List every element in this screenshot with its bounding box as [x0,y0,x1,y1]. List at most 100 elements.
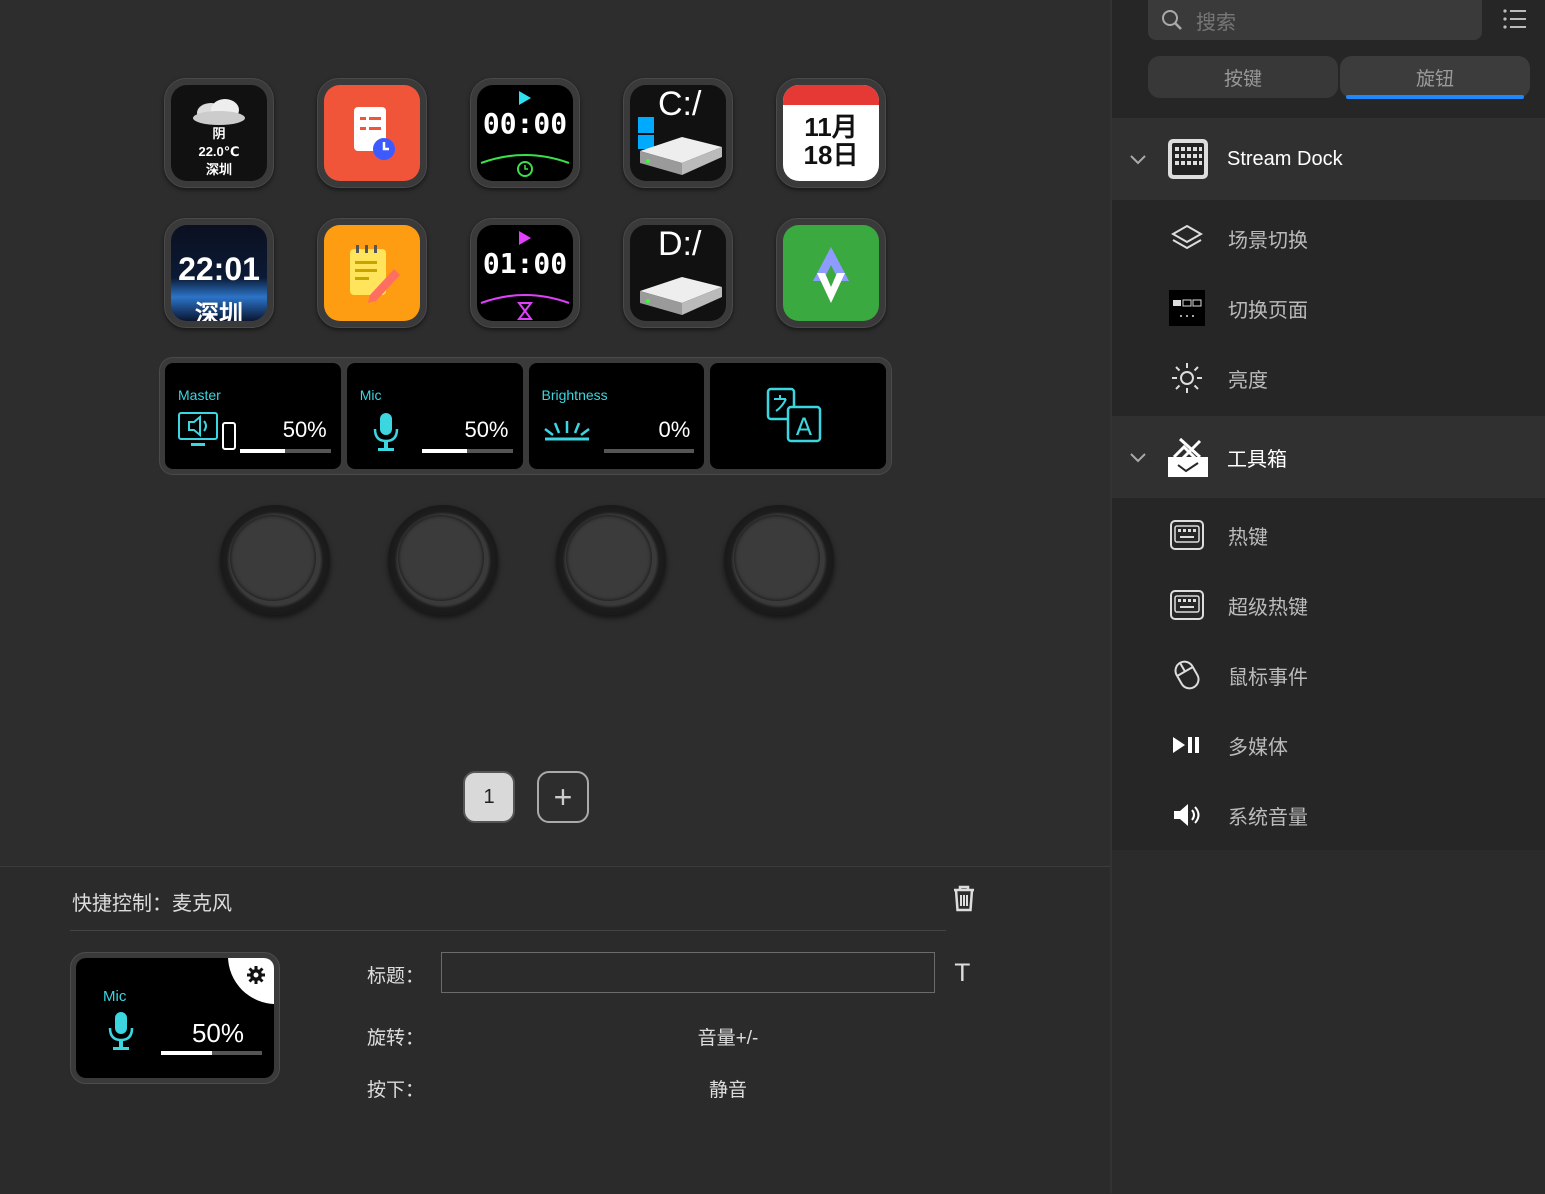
list-menu-icon[interactable] [1502,6,1528,32]
stopwatch-time: 00:00 [482,107,568,140]
press-label: 按下： [367,1080,425,1101]
gear-icon[interactable] [246,965,266,985]
play-icon [477,225,573,245]
action-sidebar: 搜索 按键 旋钮 Stream Dock 场景切换 切换页面 亮度 工具箱 热键… [1110,0,1545,1193]
trash-icon[interactable] [950,883,978,913]
microphone-icon [108,1012,134,1050]
action-scene-switch[interactable]: 场景切换 [1112,203,1545,273]
action-hotkey[interactable]: 热键 [1112,500,1545,570]
strip-segment-master[interactable]: Master 50% [165,363,341,469]
strip-value: 50% [464,417,509,442]
rotate-action[interactable]: 音量+/- [628,1023,828,1050]
category-toolbox[interactable]: 工具箱 [1112,416,1545,498]
category-stream-dock[interactable]: Stream Dock [1112,118,1545,200]
key-clock[interactable]: 22:01 深圳 [164,218,274,328]
strip-label: Brightness [541,387,608,403]
strip-level-bar [421,449,513,453]
clock-city: 深圳 [195,301,243,321]
sidebar-empty-area [1112,850,1545,1193]
strip-segment-translate[interactable]: A [710,363,886,469]
action-multimedia[interactable]: 多媒体 [1112,710,1545,780]
action-label: 亮度 [1228,369,1268,392]
panel-title: 快捷控制：麦克风 [72,893,232,915]
preview-label: Mic [103,988,127,1005]
action-label: 超级热键 [1228,596,1308,619]
key-drive-c[interactable]: C:/ [623,78,733,188]
keyboard-icon [1169,587,1205,623]
calendar-day: 18日 [803,140,859,170]
notepad-icon [350,245,400,303]
action-switch-page[interactable]: 切换页面 [1112,273,1545,343]
key-app[interactable] [776,218,886,328]
tab-keys[interactable]: 按键 [1148,56,1338,98]
key-countdown[interactable]: 01:00 [470,218,580,328]
knob-2[interactable] [388,505,498,615]
preview-value: 50% [191,1018,244,1048]
drive-icon [640,277,722,315]
search-icon [1162,10,1182,30]
key-calendar[interactable]: 11月 18日 [776,78,886,188]
chevron-down-icon [1130,453,1146,463]
knob-1[interactable] [220,505,330,615]
tab-knob-label: 旋钮 [1415,68,1454,90]
search-box[interactable]: 搜索 [1148,0,1482,40]
action-system-volume[interactable]: 系统音量 [1112,780,1545,850]
speaker-icon [1169,797,1205,833]
knob-3[interactable] [556,505,666,615]
press-action[interactable]: 静音 [628,1075,828,1102]
key-preview[interactable]: Mic 50% [70,952,280,1084]
touch-strip: Master 50% Mic 50% Brightness 0% A [159,357,892,475]
windows-drive-icon [638,117,722,175]
cloud-icon [189,99,249,125]
action-label: 场景切换 [1228,229,1308,252]
strip-level-bar [603,449,695,453]
title-label: 标题： [367,966,425,987]
weather-temp: 22.0℃ [198,144,240,159]
mouse-icon [1169,657,1205,693]
strip-segment-brightness[interactable]: Brightness 0% [528,363,705,469]
preview-level-bar [161,1051,262,1055]
green-arrows-icon [813,247,849,303]
action-label: 切换页面 [1228,299,1308,322]
property-panel: 快捷控制：麦克风 Mic 50% 标题： T 旋转： 音量+/- 按下： 静音 [0,866,1110,1194]
active-tab-indicator [1346,95,1524,99]
key-weather[interactable]: 阴 22.0℃ 深圳 [164,78,274,188]
calendar-header [783,85,879,105]
clock-time: 22:01 [178,251,260,287]
strip-segment-mic[interactable]: Mic 50% [346,363,523,469]
chevron-down-icon [1130,155,1146,165]
weather-city: 深圳 [205,162,232,177]
rotate-label: 旋转： [367,1028,425,1049]
action-label: 系统音量 [1228,806,1308,829]
weather-condition: 阴 [212,126,226,141]
text-format-icon[interactable]: T [955,959,970,987]
knob-4[interactable] [724,505,834,615]
svg-text:A: A [796,413,813,441]
strip-value: 0% [658,417,691,442]
hourglass-icon [480,294,570,320]
translate-icon: A [767,387,822,443]
speaker-monitor-icon [178,412,236,450]
strip-value: 50% [282,417,327,442]
key-notes[interactable] [317,218,427,328]
key-task[interactable] [317,78,427,188]
title-input[interactable] [441,952,935,993]
key-stopwatch[interactable]: 00:00 [470,78,580,188]
action-super-hotkey[interactable]: 超级热键 [1112,570,1545,640]
countdown-time: 01:00 [482,247,568,280]
key-drive-d[interactable]: D:/ [623,218,733,328]
action-label: 鼠标事件 [1228,666,1308,689]
stream-dock-icon [1166,137,1210,181]
action-mouse-event[interactable]: 鼠标事件 [1112,640,1545,710]
search-placeholder: 搜索 [1196,11,1236,34]
stopwatch-icon [480,154,570,177]
toolbox-icon [1166,435,1210,479]
action-label: 热键 [1228,526,1268,549]
add-page-button[interactable]: + [537,771,589,823]
action-brightness[interactable]: 亮度 [1112,343,1545,413]
action-label: 多媒体 [1228,736,1288,759]
keyboard-icon [1169,517,1205,553]
layers-icon [1169,220,1205,256]
tab-knob[interactable]: 旋钮 [1340,56,1530,99]
page-1-button[interactable]: 1 [463,771,515,823]
